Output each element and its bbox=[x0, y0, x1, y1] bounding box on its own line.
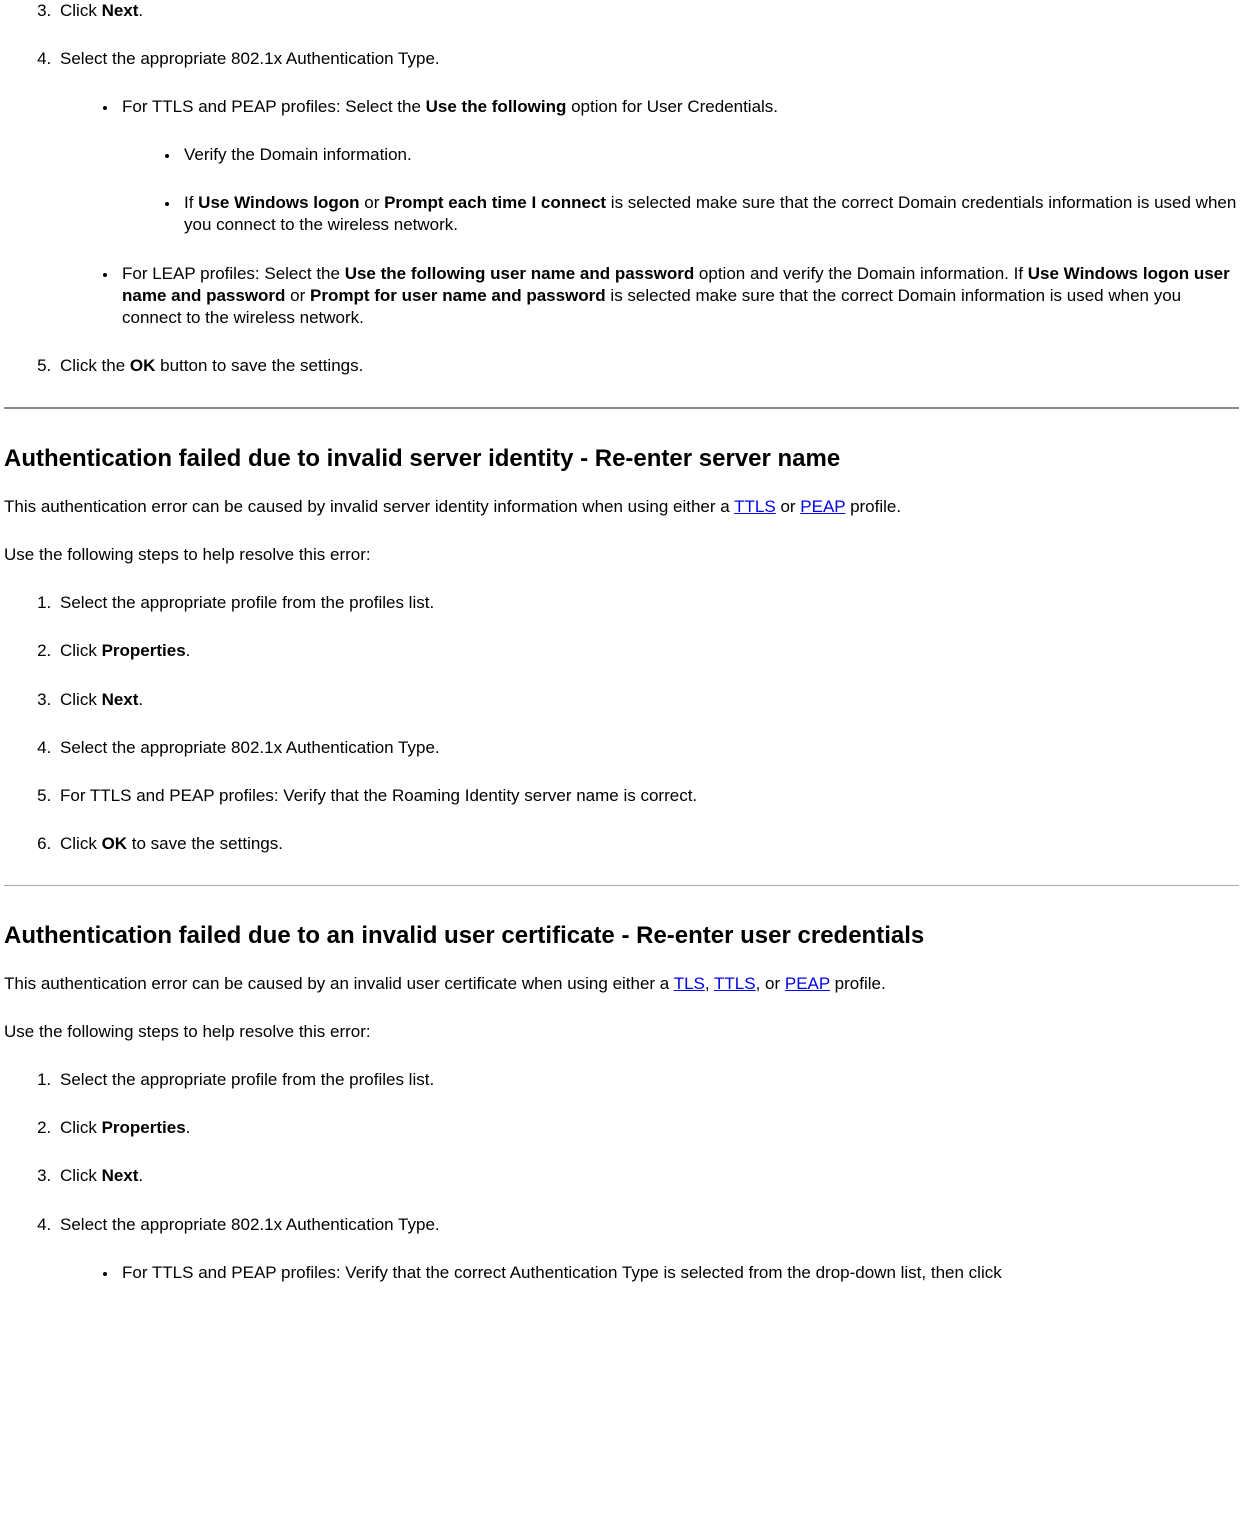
divider bbox=[4, 407, 1239, 409]
lead-paragraph: Use the following steps to help resolve … bbox=[4, 1021, 1239, 1043]
step-3: Click Next. bbox=[56, 0, 1239, 22]
link-ttls[interactable]: TTLS bbox=[714, 974, 756, 993]
text: Click bbox=[60, 641, 102, 660]
link-peap[interactable]: PEAP bbox=[785, 974, 830, 993]
section2-steps: Select the appropriate profile from the … bbox=[4, 592, 1239, 855]
bold-ok: OK bbox=[102, 834, 128, 853]
text: Click bbox=[60, 1166, 102, 1185]
step-2: Click Properties. bbox=[56, 640, 1239, 662]
step-text: Click bbox=[60, 1, 102, 20]
text: . bbox=[138, 690, 143, 709]
text: or bbox=[360, 193, 385, 212]
step-4: Select the appropriate 802.1x Authentica… bbox=[56, 737, 1239, 759]
text: . bbox=[186, 641, 191, 660]
sub-ttls-peap-authtype: For TTLS and PEAP profiles: Verify that … bbox=[118, 1262, 1239, 1284]
bold-windows-logon: Use Windows logon bbox=[198, 193, 359, 212]
section1-steps: Click Next. Select the appropriate 802.1… bbox=[4, 0, 1239, 377]
link-tls[interactable]: TLS bbox=[674, 974, 705, 993]
bold-use-following-userpass: Use the following user name and password bbox=[345, 264, 695, 283]
step-4: Select the appropriate 802.1x Authentica… bbox=[56, 1214, 1239, 1284]
text: . bbox=[186, 1118, 191, 1137]
text: If bbox=[184, 193, 198, 212]
link-ttls[interactable]: TTLS bbox=[734, 497, 776, 516]
text: Click bbox=[60, 690, 102, 709]
intro-paragraph: This authentication error can be caused … bbox=[4, 973, 1239, 995]
text: option and verify the Domain information… bbox=[694, 264, 1028, 283]
step-5: Click the OK button to save the settings… bbox=[56, 355, 1239, 377]
step-text: Select the appropriate 802.1x Authentica… bbox=[60, 49, 440, 68]
step-text: Select the appropriate 802.1x Authentica… bbox=[60, 1215, 440, 1234]
text: or bbox=[776, 497, 801, 516]
text: , bbox=[705, 974, 714, 993]
heading-invalid-user-certificate: Authentication failed due to an invalid … bbox=[4, 920, 1239, 951]
text: or bbox=[285, 286, 310, 305]
sub-text: For TTLS and PEAP profiles: Select the bbox=[122, 97, 426, 116]
text: , or bbox=[756, 974, 785, 993]
bold-properties: Properties bbox=[102, 1118, 186, 1137]
text: Click bbox=[60, 834, 102, 853]
step-5: For TTLS and PEAP profiles: Verify that … bbox=[56, 785, 1239, 807]
sub-ttls-peap: For TTLS and PEAP profiles: Select the U… bbox=[118, 96, 1239, 236]
section3-steps: Select the appropriate profile from the … bbox=[4, 1069, 1239, 1283]
text: This authentication error can be caused … bbox=[4, 974, 674, 993]
divider bbox=[4, 885, 1239, 886]
text: Click bbox=[60, 1118, 102, 1137]
sub-text: option for User Credentials. bbox=[566, 97, 778, 116]
windows-logon-note: If Use Windows logon or Prompt each time… bbox=[180, 192, 1239, 236]
link-peap[interactable]: PEAP bbox=[800, 497, 845, 516]
heading-invalid-server-identity: Authentication failed due to invalid ser… bbox=[4, 443, 1239, 474]
bold-ok: OK bbox=[130, 356, 156, 375]
bold-use-following: Use the following bbox=[426, 97, 567, 116]
step-text: button to save the settings. bbox=[155, 356, 363, 375]
step-4: Select the appropriate 802.1x Authentica… bbox=[56, 48, 1239, 329]
sub-leap: For LEAP profiles: Select the Use the fo… bbox=[118, 263, 1239, 329]
document-body: Click Next. Select the appropriate 802.1… bbox=[0, 0, 1243, 1284]
ttls-peap-sublist: Verify the Domain information. If Use Wi… bbox=[122, 144, 1239, 236]
step-6: Click OK to save the settings. bbox=[56, 833, 1239, 855]
bold-properties: Properties bbox=[102, 641, 186, 660]
intro-paragraph: This authentication error can be caused … bbox=[4, 496, 1239, 518]
step-3: Click Next. bbox=[56, 1165, 1239, 1187]
text: profile. bbox=[830, 974, 886, 993]
step4-sublist: For TTLS and PEAP profiles: Select the U… bbox=[60, 96, 1239, 329]
text: For LEAP profiles: Select the bbox=[122, 264, 345, 283]
text: . bbox=[138, 1166, 143, 1185]
step-1: Select the appropriate profile from the … bbox=[56, 592, 1239, 614]
step-text: . bbox=[138, 1, 143, 20]
bold-next: Next bbox=[102, 690, 139, 709]
step-3: Click Next. bbox=[56, 689, 1239, 711]
step-2: Click Properties. bbox=[56, 1117, 1239, 1139]
text: to save the settings. bbox=[127, 834, 283, 853]
bold-prompt-userpass: Prompt for user name and password bbox=[310, 286, 606, 305]
text: profile. bbox=[845, 497, 901, 516]
text: This authentication error can be caused … bbox=[4, 497, 734, 516]
lead-paragraph: Use the following steps to help resolve … bbox=[4, 544, 1239, 566]
step-1: Select the appropriate profile from the … bbox=[56, 1069, 1239, 1091]
bold-next: Next bbox=[102, 1, 139, 20]
bold-next: Next bbox=[102, 1166, 139, 1185]
verify-domain: Verify the Domain information. bbox=[180, 144, 1239, 166]
step-text: Click the bbox=[60, 356, 130, 375]
step4-sublist: For TTLS and PEAP profiles: Verify that … bbox=[60, 1262, 1239, 1284]
bold-prompt-connect: Prompt each time I connect bbox=[384, 193, 606, 212]
